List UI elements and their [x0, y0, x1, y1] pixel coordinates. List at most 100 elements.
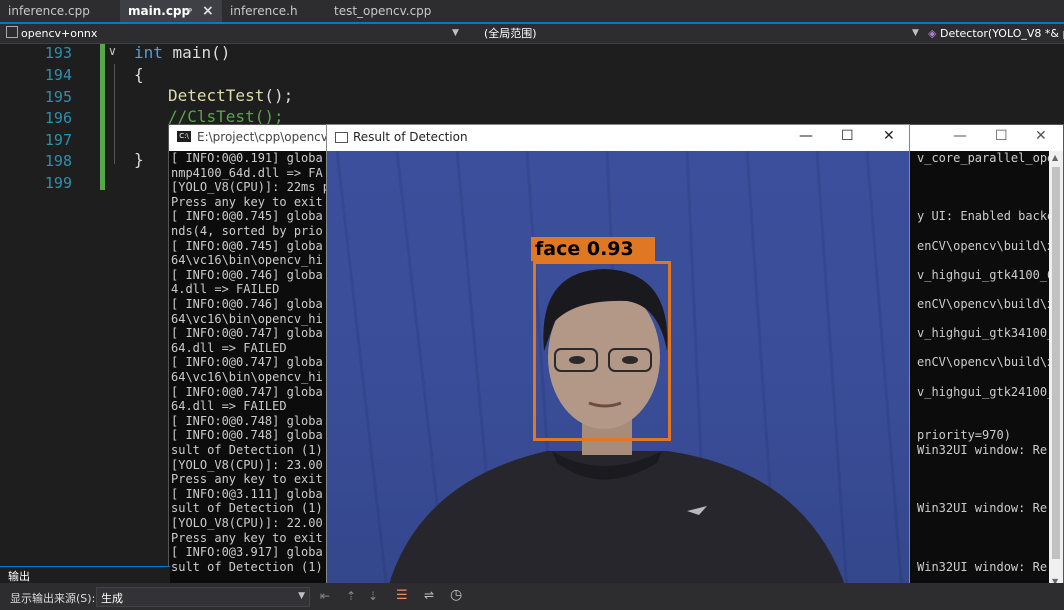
- console-line: sult of Detection (1): [171, 501, 323, 516]
- console-line-tail: priority=970): [917, 428, 1011, 443]
- tab-inference-h[interactable]: inference.h: [222, 0, 330, 22]
- chevron-down-icon: ▼: [452, 28, 459, 38]
- console-line-tail: Win32UI window: Re: [917, 559, 1048, 574]
- clock-icon[interactable]: ◷: [450, 587, 462, 603]
- detection-result-window[interactable]: Result of Detection — ☐ ✕ face 0.93: [326, 124, 910, 590]
- console-line-tail: y UI: Enabled backe: [917, 209, 1051, 224]
- console-line-tail: v_highgui_gtk34100_: [917, 326, 1051, 341]
- chevron-down-icon: ▼: [298, 591, 305, 601]
- minimize-button[interactable]: —: [953, 128, 967, 144]
- close-icon[interactable]: ×: [202, 0, 214, 22]
- console-line: 64\vc16\bin\opencv_hi: [171, 253, 323, 268]
- document-tab-bar: inference.cpp main.cpp ⊸ × inference.h t…: [0, 0, 1064, 24]
- code-text: main(): [162, 43, 231, 62]
- console-line: sult of Detection (1): [171, 443, 323, 457]
- code-line-198[interactable]: }: [134, 150, 144, 169]
- console-line: nds(4, sorted by prio: [171, 224, 323, 238]
- editor-gutter: 193 194 195 196 197 198 199: [0, 44, 100, 564]
- result-title-bar[interactable]: Result of Detection — ☐ ✕: [327, 125, 909, 151]
- collapse-chevron-icon[interactable]: ∨: [108, 44, 117, 58]
- member-dropdown[interactable]: ◈ Detector(YOLO_V8 *& p: [928, 24, 1064, 43]
- console-line: [YOLO_V8(CPU)]: 23.00: [171, 457, 323, 472]
- console-line: 64.dll => FAILED: [171, 399, 287, 414]
- console-line-tail: enCV\opencv\build\x: [917, 238, 1051, 253]
- console-line: 64\vc16\bin\opencv_hi: [171, 311, 323, 326]
- console-line-tail: v_core_parallel_ope: [917, 151, 1051, 165]
- keyword: int: [134, 43, 163, 62]
- project-dropdown[interactable]: opencv+onnx ▼: [6, 24, 466, 43]
- console-line: [ INFO:0@0.748] globa: [171, 428, 323, 443]
- console-line-tail: Win32UI window: Re: [917, 501, 1048, 516]
- output-source-dropdown[interactable]: 生成 ▼: [96, 587, 310, 607]
- close-button[interactable]: ✕: [883, 128, 895, 144]
- line-number: 197: [44, 131, 72, 149]
- code-line-195[interactable]: DetectTest();: [168, 86, 293, 105]
- member-icon: ◈: [928, 27, 937, 40]
- next-message-icon[interactable]: ⇣: [368, 589, 378, 603]
- tab-label: main.cpp: [128, 4, 191, 18]
- console-line: sult of Detection (1): [171, 559, 323, 574]
- scroll-up-icon[interactable]: ▲: [1052, 153, 1058, 162]
- output-source-label: 显示输出来源(S):: [10, 592, 96, 605]
- console-icon: C:\: [177, 131, 191, 142]
- find-message-icon[interactable]: ⇤: [320, 589, 330, 603]
- output-panel-tab[interactable]: 输出: [0, 566, 170, 584]
- output-panel-title: 输出: [8, 570, 30, 583]
- console-line: [ INFO:0@0.747] globa: [171, 326, 323, 341]
- window-icon: [335, 132, 348, 143]
- maximize-button[interactable]: ☐: [841, 128, 854, 144]
- scrollbar-thumb[interactable]: [1052, 167, 1060, 559]
- tab-label: inference.cpp: [8, 4, 90, 18]
- result-title: Result of Detection: [353, 130, 468, 144]
- console-line: [ INFO:0@3.111] globa: [171, 486, 323, 501]
- output-source-value: 生成: [101, 592, 123, 605]
- console-line: [ INFO:0@0.745] globa: [171, 209, 323, 224]
- pin-icon[interactable]: ⊸: [184, 0, 192, 22]
- prev-message-icon[interactable]: ⇡: [346, 589, 356, 603]
- line-number: 193: [44, 44, 72, 62]
- console-line-tail: v_highgui_gtk4100_6: [917, 267, 1051, 282]
- console-line: [ INFO:0@0.747] globa: [171, 355, 323, 370]
- console-line: [ INFO:0@0.746] globa: [171, 267, 323, 282]
- word-wrap-icon[interactable]: ⇌: [424, 588, 434, 602]
- console-line-tail: enCV\opencv\build\x: [917, 297, 1051, 311]
- console-line-tail: v_highgui_gtk24100_: [917, 384, 1051, 399]
- member-value: Detector(YOLO_V8 *& p: [939, 27, 1064, 40]
- chevron-down-icon: ▼: [912, 28, 919, 38]
- console-line: Press any key to exit: [171, 194, 323, 209]
- navigation-bar: opencv+onnx ▼ (全局范围) ▼ ◈ Detector(YOLO_V…: [0, 24, 1064, 44]
- minimize-button[interactable]: —: [799, 128, 813, 144]
- console-line: [YOLO_V8(CPU)]: 22ms p: [171, 180, 330, 195]
- fold-guide-line: [114, 64, 116, 164]
- scope-dropdown[interactable]: (全局范围) ▼: [484, 24, 924, 43]
- console-line: [YOLO_V8(CPU)]: 22.00: [171, 516, 323, 530]
- tab-test-opencv-cpp[interactable]: test_opencv.cpp: [326, 0, 464, 22]
- console-line: Press any key to exit: [171, 472, 323, 487]
- detection-bounding-box: [533, 261, 671, 441]
- detection-label: face 0.93: [531, 237, 655, 261]
- detection-image: face 0.93: [327, 151, 909, 589]
- tab-main-cpp[interactable]: main.cpp ⊸ ×: [120, 0, 228, 22]
- output-toolbar: 显示输出来源(S): 生成 ▼ ⇤ ⇡ ⇣ ☰ ⇌ ◷: [0, 583, 1064, 610]
- console-line: [ INFO:0@0.191] globa: [171, 151, 323, 165]
- function-name: DetectTest: [168, 86, 265, 105]
- console-line-tail: Win32UI window: Re: [917, 443, 1048, 457]
- console-line: [ INFO:0@0.748] globa: [171, 413, 323, 428]
- console-line-tail: enCV\opencv\build\x: [917, 355, 1051, 370]
- project-name: opencv+onnx: [21, 27, 98, 40]
- console-line: nmp4100_64d.dll => FA: [171, 165, 323, 180]
- scope-value: (全局范围): [484, 27, 537, 40]
- console-line: [ INFO:0@0.745] globa: [171, 238, 323, 253]
- console-line: 4.dll => FAILED: [171, 282, 280, 297]
- code-line-194[interactable]: {: [134, 65, 144, 84]
- console-scrollbar[interactable]: ▲ ▼: [1049, 151, 1063, 591]
- code-text: ();: [264, 86, 294, 105]
- code-line-193[interactable]: int main(): [134, 43, 230, 62]
- clear-all-icon[interactable]: ☰: [396, 588, 408, 603]
- maximize-button[interactable]: ☐: [995, 128, 1008, 144]
- console-line: [ INFO:0@0.747] globa: [171, 384, 323, 399]
- close-button[interactable]: ✕: [1035, 128, 1047, 144]
- tab-inference-cpp[interactable]: inference.cpp: [0, 0, 126, 22]
- change-indicator-bar: [100, 44, 105, 190]
- line-number: 198: [44, 152, 72, 170]
